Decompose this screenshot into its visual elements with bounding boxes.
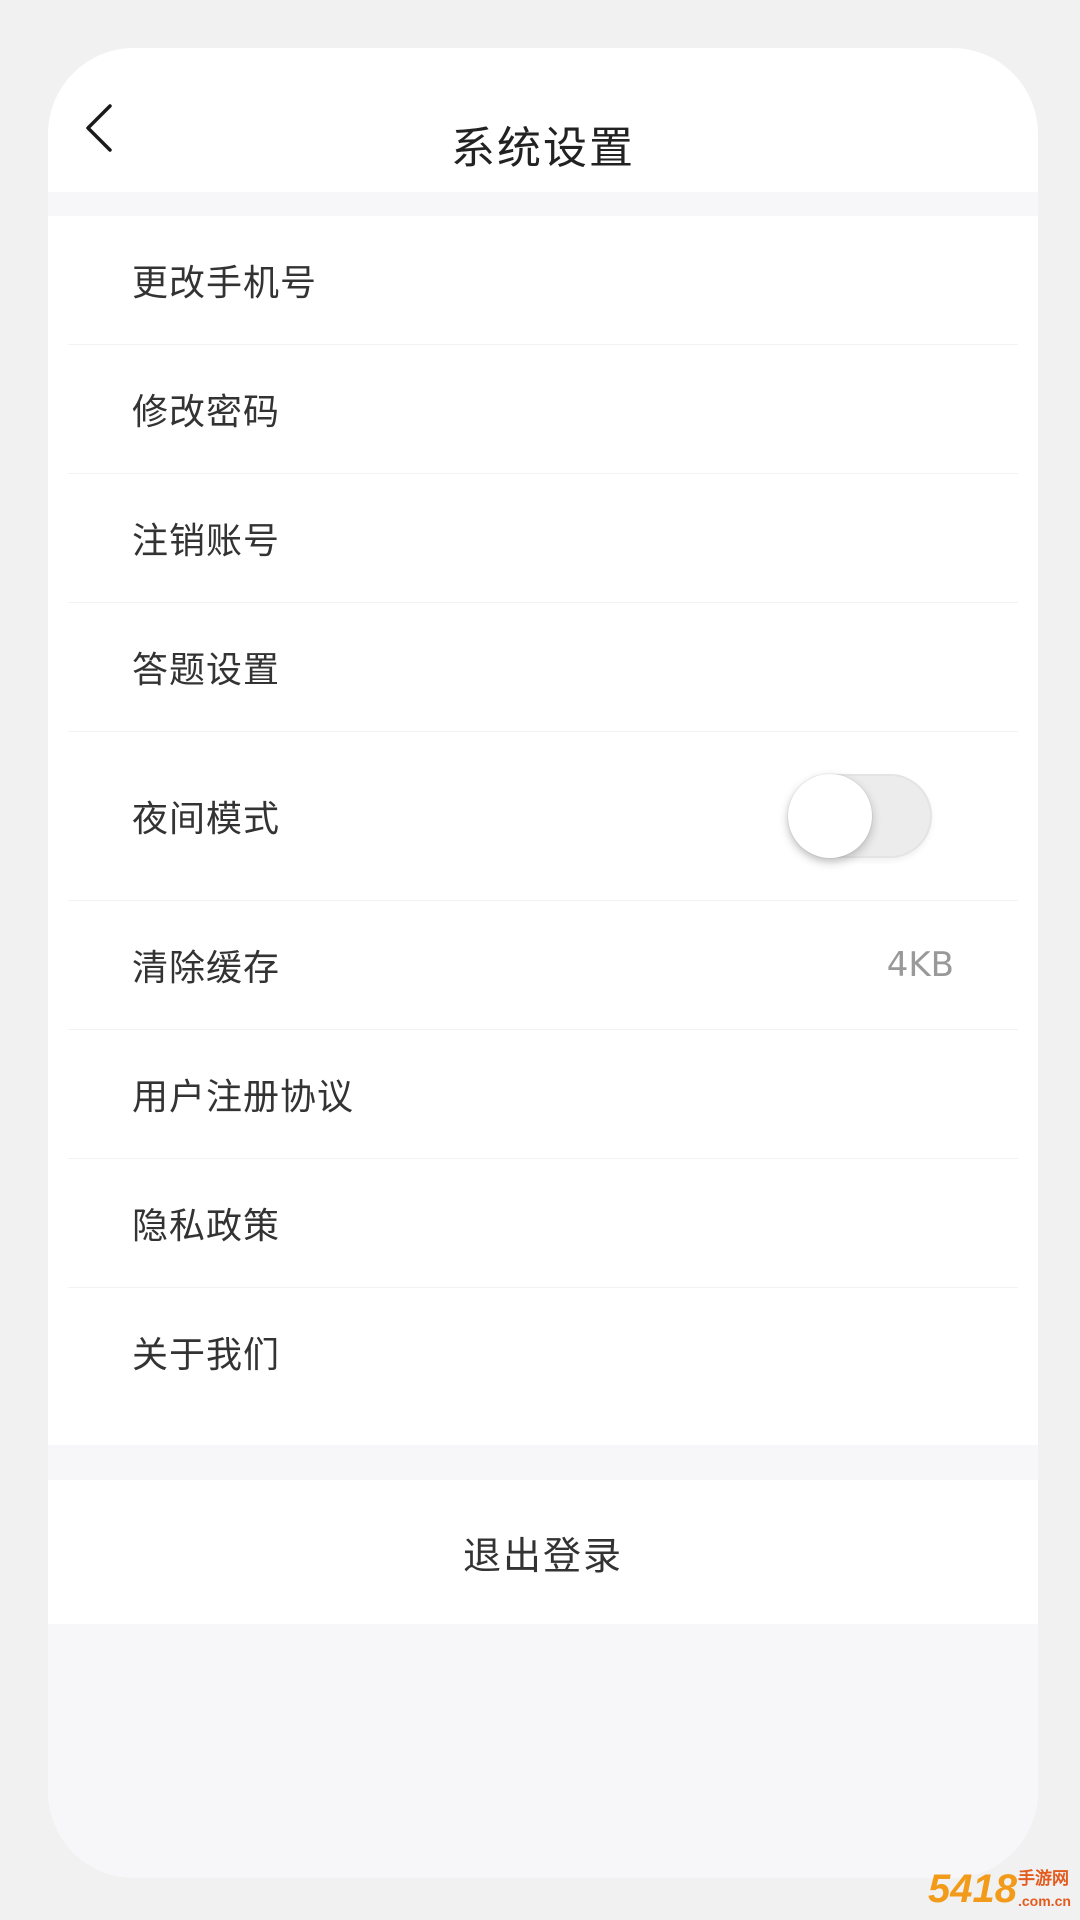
menu-item-label: 隐私政策 <box>132 1206 281 1247</box>
cache-size-value: 4KB <box>886 945 954 985</box>
menu-item-about-us[interactable]: 关于我们 <box>68 1288 1018 1416</box>
menu-item-label: 修改密码 <box>132 392 281 433</box>
phone-screen: 系统设置 更改手机号 修改密码 注销账号 答题设置 夜间模式 清除缓存 4KB … <box>48 48 1038 1878</box>
svg-text:5418: 5418 <box>928 1867 1018 1911</box>
logout-button[interactable]: 退出登录 <box>48 1480 1038 1624</box>
menu-item-change-phone[interactable]: 更改手机号 <box>68 216 1018 345</box>
menu-item-label: 答题设置 <box>132 650 281 691</box>
page-title: 系统设置 <box>451 123 635 174</box>
menu-item-user-agreement[interactable]: 用户注册协议 <box>68 1030 1018 1159</box>
nav-header: 系统设置 <box>48 48 1038 192</box>
settings-list: 更改手机号 修改密码 注销账号 答题设置 夜间模式 清除缓存 4KB 用户注册协… <box>48 216 1038 1416</box>
menu-item-label: 关于我们 <box>132 1335 281 1376</box>
svg-text:手游网: 手游网 <box>1018 1868 1069 1889</box>
night-mode-toggle[interactable] <box>788 774 932 858</box>
svg-text:.com.cn: .com.cn <box>1018 1893 1071 1909</box>
menu-item-label: 用户注册协议 <box>132 1077 355 1118</box>
menu-item-label: 清除缓存 <box>132 948 281 989</box>
menu-item-label: 注销账号 <box>132 521 281 562</box>
menu-item-privacy-policy[interactable]: 隐私政策 <box>68 1159 1018 1288</box>
menu-item-delete-account[interactable]: 注销账号 <box>68 474 1018 603</box>
logout-label: 退出登录 <box>462 1533 623 1578</box>
menu-item-night-mode: 夜间模式 <box>68 732 1018 901</box>
toggle-knob <box>788 774 872 858</box>
menu-item-quiz-settings[interactable]: 答题设置 <box>68 603 1018 732</box>
menu-item-change-password[interactable]: 修改密码 <box>68 345 1018 474</box>
menu-item-clear-cache[interactable]: 清除缓存 4KB <box>68 901 1018 1030</box>
menu-item-label: 夜间模式 <box>132 799 281 840</box>
menu-item-label: 更改手机号 <box>132 263 318 304</box>
settings-menu: 更改手机号 修改密码 注销账号 答题设置 夜间模式 清除缓存 4KB 用户注册协… <box>48 216 1038 1445</box>
watermark-logo: 5418 手游网 .com.cn <box>928 1867 1071 1911</box>
